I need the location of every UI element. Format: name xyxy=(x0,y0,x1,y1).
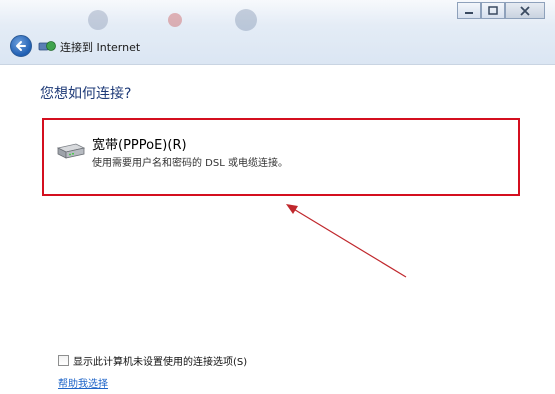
back-arrow-icon xyxy=(16,41,26,51)
help-me-choose-link[interactable]: 帮助我选择 xyxy=(58,375,108,390)
arrow-line xyxy=(291,207,407,278)
maximize-icon xyxy=(488,6,498,15)
minimize-icon xyxy=(465,11,473,14)
window-title: 连接到 Internet xyxy=(60,41,141,54)
connect-internet-icon xyxy=(38,41,56,51)
option-description: 使用需要用户名和密码的 DSL 或电缆连接。 xyxy=(92,158,288,169)
error-icon xyxy=(168,13,182,27)
page-question: 您想如何连接? xyxy=(40,86,132,102)
window-controls xyxy=(457,2,545,19)
network-icon xyxy=(88,10,108,30)
option-title: 宽带(PPPoE)(R) xyxy=(92,138,187,153)
back-button[interactable] xyxy=(10,35,32,57)
minimize-button[interactable] xyxy=(457,2,481,19)
show-unconfigured-options-row[interactable]: 显示此计算机未设置使用的连接选项(S) xyxy=(58,353,247,368)
close-button[interactable] xyxy=(505,2,545,19)
globe-icon xyxy=(235,9,257,31)
show-options-checkbox[interactable] xyxy=(58,355,69,366)
broadband-pppoe-option[interactable]: 宽带(PPPoE)(R) 使用需要用户名和密码的 DSL 或电缆连接。 xyxy=(42,118,520,196)
title-bar: 连接到 Internet xyxy=(0,0,555,65)
maximize-button[interactable] xyxy=(481,2,505,19)
close-icon xyxy=(520,5,530,16)
arrow-head xyxy=(286,204,298,214)
checkbox-label: 显示此计算机未设置使用的连接选项(S) xyxy=(73,357,248,368)
broadband-modem-icon xyxy=(56,143,86,159)
